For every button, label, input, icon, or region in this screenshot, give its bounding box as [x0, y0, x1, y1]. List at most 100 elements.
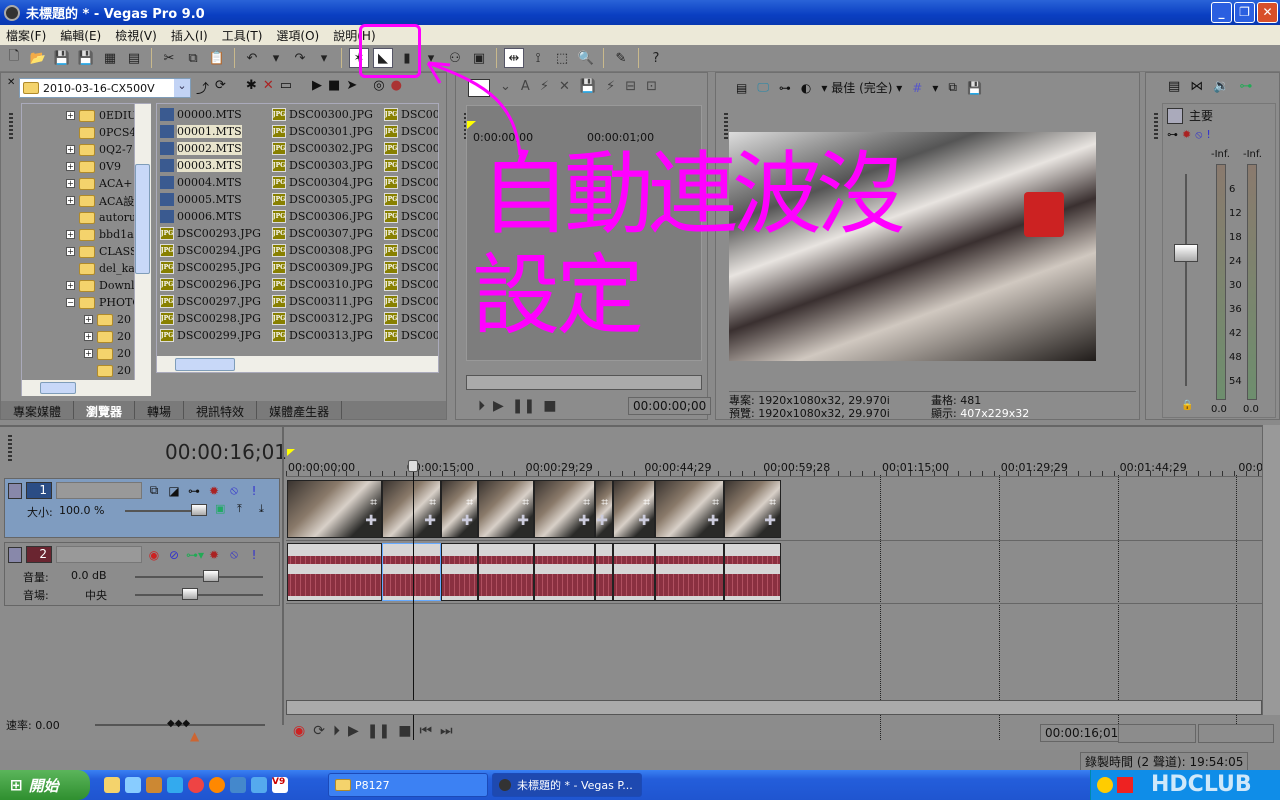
play-icon[interactable]: ▶: [312, 78, 322, 97]
file-item[interactable]: JPG DSC00294.JPG: [160, 242, 261, 259]
start-button[interactable]: ⊞ 開始: [0, 770, 90, 800]
crop-icon[interactable]: ⌗: [429, 495, 436, 510]
save-as-icon[interactable]: 💾: [76, 48, 96, 68]
timeline-hscrollbar[interactable]: [286, 700, 1262, 715]
crop-icon[interactable]: ⌗: [583, 495, 590, 510]
file-item[interactable]: JPG DSC00296.JPG: [160, 276, 261, 293]
file-item[interactable]: JPGDSC003: [384, 208, 438, 225]
file-item[interactable]: JPG DSC00306.JPG: [272, 208, 373, 225]
rate-slider[interactable]: ◆◆◆: [95, 718, 265, 729]
file-item[interactable]: JPG DSC00308.JPG: [272, 242, 373, 259]
file-item[interactable]: 00006.MTS: [160, 208, 242, 225]
scrollbar-thumb[interactable]: [135, 164, 150, 274]
file-item[interactable]: JPG DSC00304.JPG: [272, 174, 373, 191]
video-clip[interactable]: ⌗ ✚: [287, 480, 382, 538]
file-item[interactable]: JPGDSC003: [384, 225, 438, 242]
tree-item[interactable]: autoru: [66, 209, 136, 226]
save-icon[interactable]: 💾: [580, 79, 596, 97]
bus-icon[interactable]: [1167, 107, 1183, 124]
insert-bus-icon[interactable]: ⊶: [1239, 79, 1252, 94]
crop-icon[interactable]: ⌗: [601, 495, 608, 510]
new-folder-icon[interactable]: ✱: [246, 78, 257, 97]
video-clip[interactable]: ⌗ ✚: [441, 480, 478, 538]
undo-icon[interactable]: ↶: [242, 48, 262, 68]
downmix-icon[interactable]: ⋈: [1190, 79, 1203, 94]
delete-icon[interactable]: ✕: [559, 79, 570, 97]
undo-dropdown-icon[interactable]: ▾: [266, 48, 286, 68]
play-icon[interactable]: ▶: [348, 723, 359, 739]
file-item[interactable]: JPG DSC00312.JPG: [272, 310, 373, 327]
tray-icon[interactable]: [1117, 777, 1133, 793]
maximize-button[interactable]: ❐: [1234, 2, 1255, 23]
quicklaunch-icon[interactable]: [251, 777, 267, 793]
refresh-icon[interactable]: ⟳: [215, 78, 226, 97]
vegas-icon[interactable]: V9: [272, 777, 288, 793]
task-p8127[interactable]: P8127: [328, 773, 488, 797]
audio-clip[interactable]: [287, 543, 382, 601]
file-item[interactable]: JPGDSC003: [384, 242, 438, 259]
save-icon[interactable]: 💾: [52, 48, 72, 68]
file-item[interactable]: JPG DSC00295.JPG: [160, 259, 261, 276]
copy-snapshot-icon[interactable]: ⧉: [948, 80, 957, 95]
solo-icon[interactable]: !: [1206, 128, 1210, 142]
video-clip[interactable]: ⌗ ✚: [534, 480, 595, 538]
panel-grip[interactable]: [9, 113, 13, 141]
file-item[interactable]: 00000.MTS: [160, 106, 242, 123]
crop-icon[interactable]: ⌗: [769, 495, 776, 510]
tab-media-generators[interactable]: 媒體產生器: [257, 401, 343, 419]
file-item[interactable]: JPGDSC003: [384, 310, 438, 327]
tree-item[interactable]: + bbd1a: [66, 226, 134, 243]
tab-transitions[interactable]: 轉場: [135, 401, 185, 419]
stop-icon[interactable]: ■: [543, 398, 556, 414]
audio-clip[interactable]: [534, 543, 595, 601]
quicklaunch-icon[interactable]: [125, 777, 141, 793]
cd-icon[interactable]: ◎: [373, 78, 384, 97]
tree-item[interactable]: − PHOTO: [66, 294, 141, 311]
playhead-line[interactable]: [413, 465, 414, 740]
copy-icon[interactable]: ⧉: [183, 48, 203, 68]
split-screen-icon[interactable]: ◐: [801, 81, 811, 95]
expand-toggle-icon[interactable]: +: [66, 145, 75, 154]
tree-item[interactable]: + ACA設: [66, 192, 134, 209]
file-item[interactable]: JPG DSC00297.JPG: [160, 293, 261, 310]
menu-edit[interactable]: 編輯(E): [60, 27, 101, 44]
properties-icon[interactable]: ▤: [124, 48, 144, 68]
file-item[interactable]: JPG DSC00309.JPG: [272, 259, 373, 276]
crop-icon[interactable]: ⌗: [466, 495, 473, 510]
scrollbar-thumb[interactable]: [40, 382, 76, 394]
timeline-vscrollbar[interactable]: [1262, 425, 1280, 715]
chrome-icon[interactable]: [188, 777, 204, 793]
minimize-button[interactable]: _: [1211, 2, 1232, 23]
pen-icon[interactable]: ✎: [611, 48, 631, 68]
tree-item[interactable]: +20: [84, 311, 131, 328]
file-item[interactable]: JPG DSC00311.JPG: [272, 293, 373, 310]
expand-toggle-icon[interactable]: −: [66, 298, 75, 307]
effects-icon[interactable]: ✹: [1182, 128, 1191, 142]
file-item[interactable]: JPGDSC003: [384, 327, 438, 344]
tree-item[interactable]: +0EDIU: [66, 107, 136, 124]
pan-crop-icon[interactable]: ✚: [424, 513, 436, 529]
file-item[interactable]: JPGDSC003: [384, 174, 438, 191]
rate-knob[interactable]: ◆◆◆: [167, 718, 190, 729]
quicklaunch-folder-icon[interactable]: [104, 777, 120, 793]
pan-crop-icon[interactable]: ✚: [461, 513, 473, 529]
file-item[interactable]: 00002.MTS: [160, 140, 242, 157]
up-folder-icon[interactable]: ⤴: [196, 78, 209, 97]
audio-clip[interactable]: [655, 543, 724, 601]
go-to-start-icon[interactable]: ⏮: [419, 723, 432, 739]
quicklaunch-icon[interactable]: [230, 777, 246, 793]
cut-icon[interactable]: ✂: [159, 48, 179, 68]
file-item[interactable]: JPG DSC00293.JPG: [160, 225, 261, 242]
file-item[interactable]: JPGDSC003: [384, 259, 438, 276]
pan-crop-icon[interactable]: ✚: [764, 513, 776, 529]
tab-project-media[interactable]: 專案媒體: [1, 401, 75, 419]
tree-item[interactable]: 20: [84, 362, 131, 379]
file-item[interactable]: JPG DSC00299.JPG: [160, 327, 261, 344]
audio-clip[interactable]: [613, 543, 655, 601]
mute-icon[interactable]: ⦸: [1195, 128, 1202, 142]
pan-crop-icon[interactable]: ✚: [638, 513, 650, 529]
properties-icon[interactable]: ▤: [1168, 79, 1180, 94]
region-icon[interactable]: ⚡: [606, 79, 615, 97]
save-snapshot-icon[interactable]: 💾: [967, 81, 982, 95]
crop-icon[interactable]: ⌗: [370, 495, 377, 510]
